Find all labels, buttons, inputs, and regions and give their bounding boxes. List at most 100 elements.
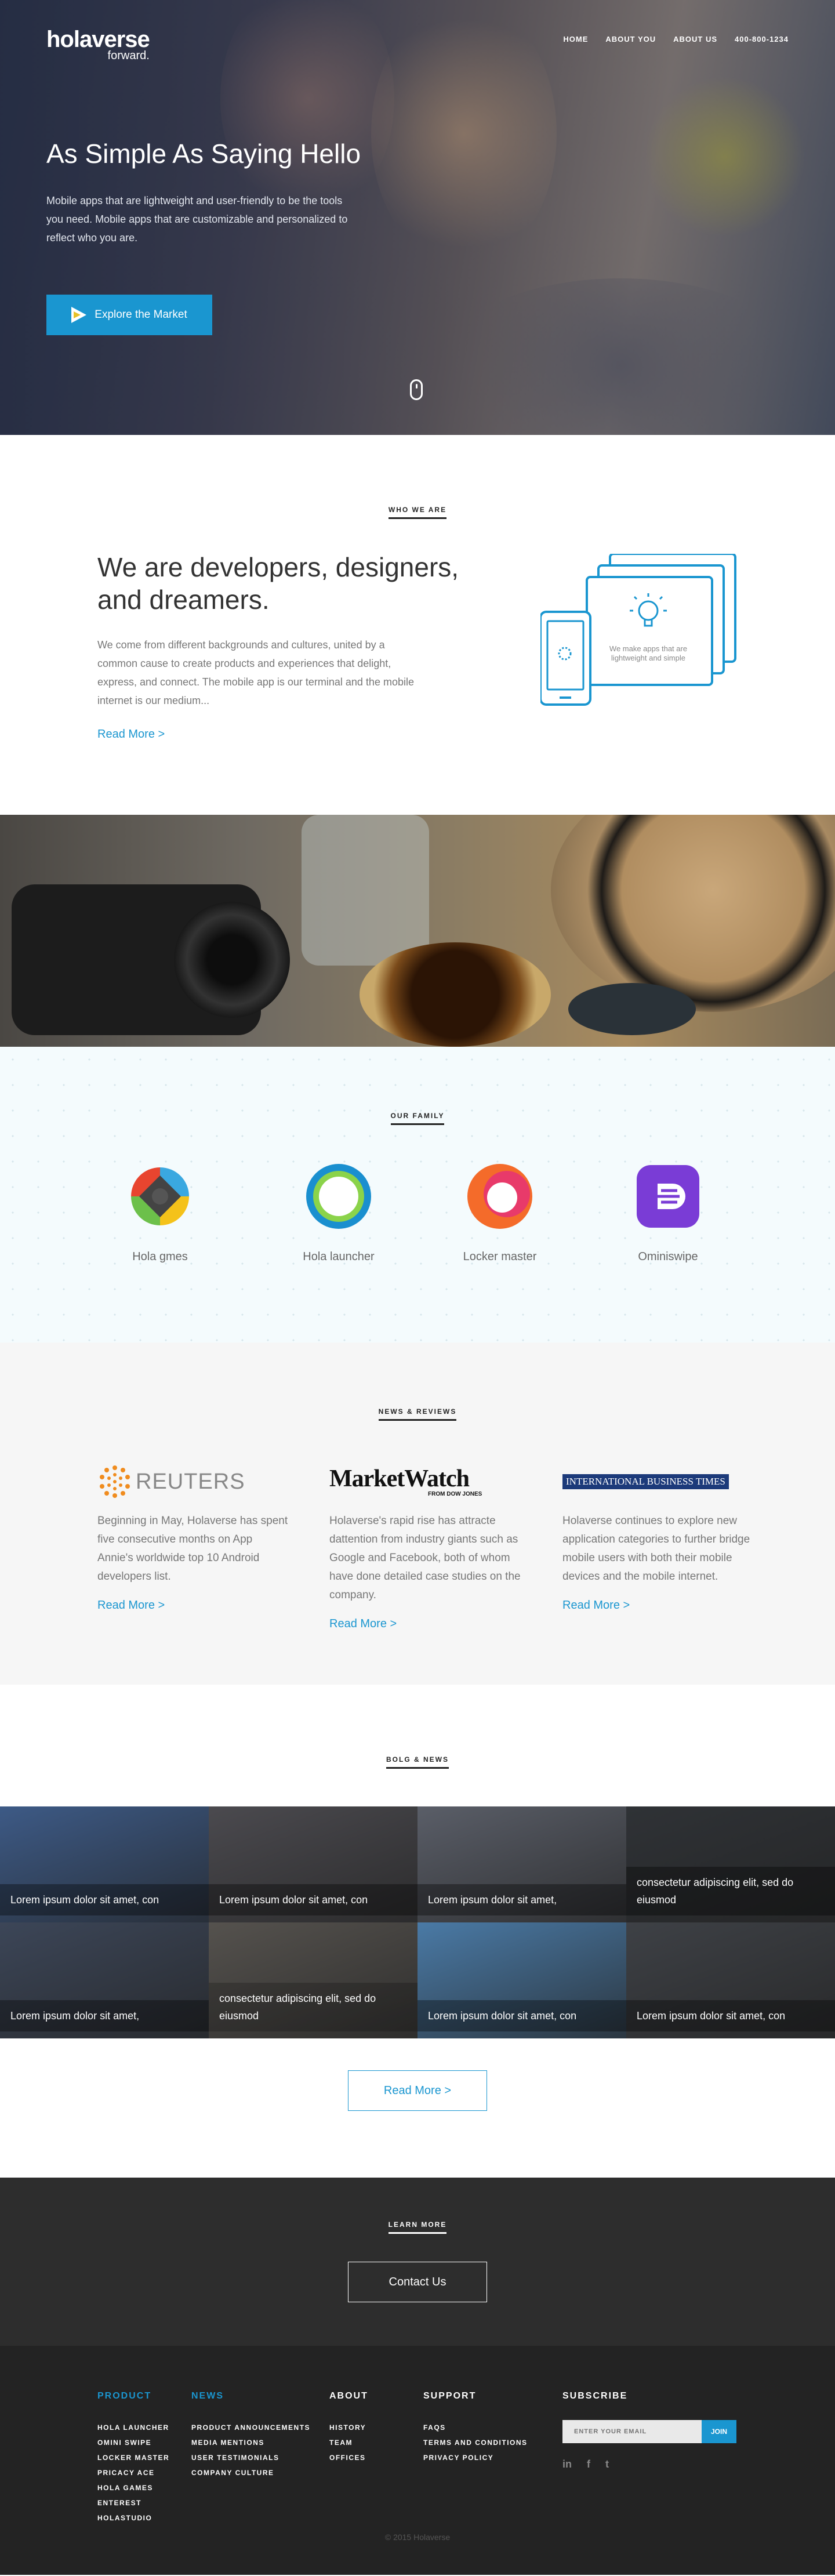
- blog-caption: Lorem ipsum dolor sit amet, con: [626, 2000, 835, 2031]
- blog-caption: Lorem ipsum dolor sit amet, con: [209, 1884, 418, 1915]
- app-name: Ominiswipe: [638, 1250, 698, 1263]
- hero: holaverse forward. HOME ABOUT YOU ABOUT …: [0, 0, 835, 435]
- email-input[interactable]: [562, 2420, 702, 2443]
- blog-tile[interactable]: Lorem ipsum dolor sit amet, con: [0, 1806, 209, 1922]
- section-label: BOLG & NEWS: [386, 1755, 449, 1769]
- google-play-icon: [71, 307, 87, 323]
- subscribe-form: JOIN: [562, 2420, 736, 2443]
- illustration-text-1: We make apps that are: [609, 644, 687, 653]
- dowjones-sub: FROM DOW JONES: [428, 1490, 482, 1497]
- blog-tile[interactable]: Lorem ipsum dolor sit amet, con: [418, 1922, 626, 2038]
- nav-about-us[interactable]: ABOUT US: [673, 35, 717, 43]
- blog-caption: Lorem ipsum dolor sit amet,: [0, 2000, 209, 2031]
- tea-cup-image: [360, 942, 551, 1047]
- social-links: in f t: [562, 2458, 736, 2470]
- launcher-ring-icon: [306, 1164, 371, 1229]
- linkedin-icon[interactable]: in: [562, 2458, 572, 2470]
- news-item-reuters: REUTERS Beginning in May, Holaverse has …: [97, 1464, 289, 1612]
- app-hola-launcher[interactable]: Hola launcher: [281, 1163, 397, 1264]
- news-read-more-link[interactable]: Read More >: [97, 1599, 165, 1612]
- who-we-are-section: WHO WE ARE We are developers, designers,…: [0, 435, 835, 815]
- twitter-icon[interactable]: t: [605, 2458, 609, 2470]
- news-read-more-link[interactable]: Read More >: [329, 1617, 397, 1631]
- footer-link[interactable]: HOLA GAMES: [97, 2480, 169, 2495]
- footer-col-title: SUPPORT: [423, 2391, 477, 2401]
- blog-tile[interactable]: Lorem ipsum dolor sit amet,: [0, 1922, 209, 2038]
- contact-us-button[interactable]: Contact Us: [348, 2262, 487, 2302]
- lifestyle-photo-strip: [0, 815, 835, 1047]
- news-body: Beginning in May, Holaverse has spent fi…: [97, 1515, 288, 1583]
- hero-title: As Simple As Saying Hello: [46, 139, 361, 169]
- explore-market-button[interactable]: Explore the Market: [46, 295, 212, 335]
- news-read-more-link[interactable]: Read More >: [562, 1599, 630, 1612]
- footer-link[interactable]: COMPANY CULTURE: [191, 2465, 310, 2480]
- swipe-icon: [637, 1165, 699, 1228]
- hero-lead: Mobile apps that are lightweight and use…: [46, 195, 348, 244]
- footer-link[interactable]: PRODUCT ANNOUNCEMENTS: [191, 2420, 310, 2435]
- blog-grid: Lorem ipsum dolor sit amet, con Lorem ip…: [0, 1806, 835, 2038]
- blog-tile[interactable]: consectetur adipiscing elit, sed do eius…: [209, 1922, 418, 2038]
- marketwatch-wordmark: MarketWatch: [329, 1465, 470, 1492]
- blog-caption: consectetur adipiscing elit, sed do eius…: [626, 1867, 835, 1915]
- footer-link[interactable]: HISTORY: [329, 2420, 368, 2435]
- nav-about-you[interactable]: ABOUT YOU: [605, 35, 656, 43]
- news-reviews-section: NEWS & REVIEWS REUTERS Beginning in May,…: [0, 1343, 835, 1685]
- section-label: NEWS & REVIEWS: [378, 1407, 457, 1421]
- subscribe-title: SUBSCRIBE: [562, 2391, 628, 2401]
- join-button[interactable]: JOIN: [702, 2420, 736, 2443]
- footer-link[interactable]: ENTEREST: [97, 2495, 169, 2510]
- footer-link[interactable]: PRIVACY POLICY: [423, 2450, 528, 2465]
- footer-link[interactable]: USER TESTIMONIALS: [191, 2450, 310, 2465]
- footer-link[interactable]: HOLASTUDIO: [97, 2510, 169, 2526]
- footer-link[interactable]: TEAM: [329, 2435, 368, 2450]
- footer-link[interactable]: HOLA LAUNCHER: [97, 2420, 169, 2435]
- app-ominiswipe[interactable]: Ominiswipe: [610, 1163, 726, 1264]
- reuters-dots-icon: [100, 1465, 130, 1498]
- footer-link[interactable]: TERMS AND CONDITIONS: [423, 2435, 528, 2450]
- footer-col-support: SUPPORT FAQS TERMS AND CONDITIONS PRIVAC…: [423, 2391, 528, 2465]
- section-label: WHO WE ARE: [388, 506, 447, 519]
- app-name: Locker master: [463, 1250, 537, 1263]
- who-body: We come from different backgrounds and c…: [97, 639, 414, 706]
- ibt-wordmark: INTERNATIONAL BUSINESS TIMES: [562, 1474, 729, 1489]
- section-label: LEARN MORE: [388, 2221, 447, 2234]
- blog-read-more-button[interactable]: Read More >: [348, 2070, 487, 2111]
- news-item-ibt: INTERNATIONAL BUSINESS TIMES Holaverse c…: [562, 1464, 754, 1612]
- logo[interactable]: holaverse forward.: [46, 27, 150, 63]
- blog-caption: Lorem ipsum dolor sit amet, con: [0, 1884, 209, 1915]
- learn-more-section: LEARN MORE Contact Us: [0, 2178, 835, 2346]
- footer-subscribe: SUBSCRIBE JOIN in f t: [562, 2391, 736, 2470]
- reuters-wordmark: REUTERS: [136, 1469, 245, 1494]
- who-read-more-link[interactable]: Read More >: [97, 728, 165, 741]
- game-pad-icon: [131, 1167, 189, 1225]
- footer-link[interactable]: MEDIA MENTIONS: [191, 2435, 310, 2450]
- blog-tile[interactable]: Lorem ipsum dolor sit amet,: [418, 1806, 626, 1922]
- apps-illustration: We make apps that are lightweight and si…: [540, 554, 736, 706]
- footer-link[interactable]: OMINI SWIPE: [97, 2435, 169, 2450]
- footer-link[interactable]: OFFICES: [329, 2450, 368, 2465]
- app-locker-master[interactable]: Locker master: [442, 1163, 558, 1264]
- reuters-logo: REUTERS: [97, 1464, 289, 1499]
- news-body: Holaverse continues to explore new appli…: [562, 1515, 750, 1583]
- footer-link[interactable]: LOCKER MASTER: [97, 2450, 169, 2465]
- illustration-text-2: lightweight and simple: [611, 654, 685, 662]
- blog-tile[interactable]: Lorem ipsum dolor sit amet, con: [626, 1922, 835, 2038]
- nav-home[interactable]: HOME: [563, 35, 588, 43]
- main-nav: HOME ABOUT YOU ABOUT US 400-800-1234: [563, 35, 789, 43]
- blog-caption: Lorem ipsum dolor sit amet, con: [418, 2000, 626, 2031]
- blog-tile[interactable]: consectetur adipiscing elit, sed do eius…: [626, 1806, 835, 1922]
- footer-col-title: PRODUCT: [97, 2391, 152, 2401]
- footer-link[interactable]: PRICACY ACE: [97, 2465, 169, 2480]
- our-family-section: OUR FAMILY Hola gmes Hola launcher Locke…: [0, 1047, 835, 1343]
- footer-col-news: NEWS PRODUCT ANNOUNCEMENTS MEDIA MENTION…: [191, 2391, 310, 2480]
- blog-tile[interactable]: Lorem ipsum dolor sit amet, con: [209, 1806, 418, 1922]
- facebook-icon[interactable]: f: [587, 2458, 590, 2470]
- locker-icon: [467, 1164, 532, 1229]
- nav-phone[interactable]: 400-800-1234: [735, 35, 789, 43]
- footer-col-product: PRODUCT HOLA LAUNCHER OMINI SWIPE LOCKER…: [97, 2391, 169, 2526]
- scroll-down-icon[interactable]: [410, 379, 423, 400]
- ibt-logo: INTERNATIONAL BUSINESS TIMES: [562, 1464, 754, 1499]
- app-hola-games[interactable]: Hola gmes: [102, 1163, 218, 1264]
- copyright: © 2015 Holaverse: [384, 2533, 451, 2542]
- footer-link[interactable]: FAQS: [423, 2420, 528, 2435]
